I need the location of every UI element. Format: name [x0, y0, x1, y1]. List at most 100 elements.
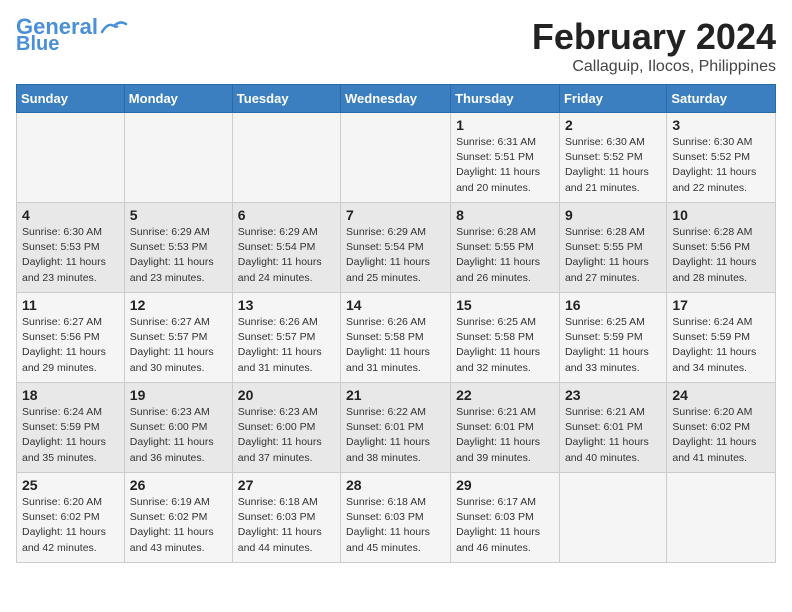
calendar-cell: 4 Sunrise: 6:30 AMSunset: 5:53 PMDaylight…	[17, 203, 125, 293]
calendar-cell: 8Sunrise: 6:28 AMSunset: 5:55 PMDaylight…	[451, 203, 560, 293]
day-number: 13	[238, 297, 335, 313]
calendar-cell: 7 Sunrise: 6:29 AMSunset: 5:54 PMDaylight…	[341, 203, 451, 293]
page-header: General Blue February 2024 Callaguip, Il…	[16, 16, 776, 76]
calendar-cell	[341, 113, 451, 203]
day-info: Sunrise: 6:28 AMSunset: 5:56 PMDaylight:…	[672, 225, 770, 286]
day-info: Sunrise: 6:26 AMSunset: 5:57 PMDaylight:…	[238, 315, 335, 376]
day-info: Sunrise: 6:30 AMSunset: 5:52 PMDaylight:…	[672, 135, 770, 196]
calendar-cell	[559, 473, 666, 563]
logo: General Blue	[16, 16, 128, 54]
day-info: Sunrise: 6:21 AMSunset: 6:01 PMDaylight:…	[456, 405, 554, 466]
day-number: 4	[22, 207, 119, 223]
day-info: Sunrise: 6:23 AMSunset: 6:00 PMDaylight:…	[238, 405, 335, 466]
location-subtitle: Callaguip, Ilocos, Philippines	[532, 58, 776, 76]
day-info: Sunrise: 6:25 AMSunset: 5:58 PMDaylight:…	[456, 315, 554, 376]
calendar-cell: 26Sunrise: 6:19 AMSunset: 6:02 PMDayligh…	[124, 473, 232, 563]
day-number: 21	[346, 387, 445, 403]
day-number: 1	[456, 117, 554, 133]
day-info: Sunrise: 6:30 AMSunset: 5:53 PMDaylight:…	[22, 225, 119, 286]
day-number: 27	[238, 477, 335, 493]
day-number: 19	[130, 387, 227, 403]
day-number: 8	[456, 207, 554, 223]
calendar-cell	[124, 113, 232, 203]
day-number: 23	[565, 387, 661, 403]
day-info: Sunrise: 6:23 AMSunset: 6:00 PMDaylight:…	[130, 405, 227, 466]
day-number: 18	[22, 387, 119, 403]
day-info: Sunrise: 6:24 AMSunset: 5:59 PMDaylight:…	[22, 405, 119, 466]
calendar-cell: 21 Sunrise: 6:22 AMSunset: 6:01 PMDayligh…	[341, 383, 451, 473]
day-info: Sunrise: 6:27 AMSunset: 5:56 PMDaylight:…	[22, 315, 119, 376]
calendar-cell: 16 Sunrise: 6:25 AMSunset: 5:59 PMDayligh…	[559, 293, 666, 383]
day-number: 28	[346, 477, 445, 493]
day-info: Sunrise: 6:28 AMSunset: 5:55 PMDaylight:…	[565, 225, 661, 286]
day-info: Sunrise: 6:25 AMSunset: 5:59 PMDaylight:…	[565, 315, 661, 376]
calendar-cell: 25 Sunrise: 6:20 AMSunset: 6:02 PMDayligh…	[17, 473, 125, 563]
day-info: Sunrise: 6:24 AMSunset: 5:59 PMDaylight:…	[672, 315, 770, 376]
calendar-cell: 22 Sunrise: 6:21 AMSunset: 6:01 PMDayligh…	[451, 383, 560, 473]
calendar-header: SundayMondayTuesdayWednesdayThursdayFrid…	[17, 85, 776, 113]
logo-bird-icon	[100, 18, 128, 36]
day-info: Sunrise: 6:29 AMSunset: 5:54 PMDaylight:…	[238, 225, 335, 286]
day-info: Sunrise: 6:20 AMSunset: 6:02 PMDaylight:…	[22, 495, 119, 556]
calendar-week-5: 25 Sunrise: 6:20 AMSunset: 6:02 PMDayligh…	[17, 473, 776, 563]
header-cell-friday: Friday	[559, 85, 666, 113]
day-number: 5	[130, 207, 227, 223]
day-info: Sunrise: 6:20 AMSunset: 6:02 PMDaylight:…	[672, 405, 770, 466]
calendar-table: SundayMondayTuesdayWednesdayThursdayFrid…	[16, 84, 776, 563]
day-info: Sunrise: 6:27 AMSunset: 5:57 PMDaylight:…	[130, 315, 227, 376]
day-number: 20	[238, 387, 335, 403]
day-number: 7	[346, 207, 445, 223]
calendar-cell: 29Sunrise: 6:17 AMSunset: 6:03 PMDayligh…	[451, 473, 560, 563]
calendar-cell: 3Sunrise: 6:30 AMSunset: 5:52 PMDaylight…	[667, 113, 776, 203]
day-number: 6	[238, 207, 335, 223]
day-info: Sunrise: 6:17 AMSunset: 6:03 PMDaylight:…	[456, 495, 554, 556]
calendar-cell: 13 Sunrise: 6:26 AMSunset: 5:57 PMDayligh…	[232, 293, 340, 383]
calendar-cell: 2 Sunrise: 6:30 AMSunset: 5:52 PMDaylight…	[559, 113, 666, 203]
day-number: 15	[456, 297, 554, 313]
header-cell-thursday: Thursday	[451, 85, 560, 113]
month-year-title: February 2024	[532, 16, 776, 58]
day-number: 25	[22, 477, 119, 493]
calendar-cell: 10Sunrise: 6:28 AMSunset: 5:56 PMDayligh…	[667, 203, 776, 293]
calendar-cell	[232, 113, 340, 203]
calendar-cell: 27 Sunrise: 6:18 AMSunset: 6:03 PMDayligh…	[232, 473, 340, 563]
day-number: 9	[565, 207, 661, 223]
day-info: Sunrise: 6:21 AMSunset: 6:01 PMDaylight:…	[565, 405, 661, 466]
calendar-cell	[667, 473, 776, 563]
day-info: Sunrise: 6:31 AMSunset: 5:51 PMDaylight:…	[456, 135, 554, 196]
day-info: Sunrise: 6:30 AMSunset: 5:52 PMDaylight:…	[565, 135, 661, 196]
logo-blue: Blue	[16, 34, 59, 54]
day-number: 2	[565, 117, 661, 133]
header-row: SundayMondayTuesdayWednesdayThursdayFrid…	[17, 85, 776, 113]
day-number: 14	[346, 297, 445, 313]
calendar-cell: 17 Sunrise: 6:24 AMSunset: 5:59 PMDayligh…	[667, 293, 776, 383]
day-number: 16	[565, 297, 661, 313]
calendar-cell: 5Sunrise: 6:29 AMSunset: 5:53 PMDaylight…	[124, 203, 232, 293]
day-number: 17	[672, 297, 770, 313]
calendar-week-4: 18 Sunrise: 6:24 AMSunset: 5:59 PMDayligh…	[17, 383, 776, 473]
day-info: Sunrise: 6:22 AMSunset: 6:01 PMDaylight:…	[346, 405, 445, 466]
calendar-week-2: 4 Sunrise: 6:30 AMSunset: 5:53 PMDaylight…	[17, 203, 776, 293]
calendar-cell: 23 Sunrise: 6:21 AMSunset: 6:01 PMDayligh…	[559, 383, 666, 473]
day-number: 11	[22, 297, 119, 313]
header-cell-wednesday: Wednesday	[341, 85, 451, 113]
header-cell-tuesday: Tuesday	[232, 85, 340, 113]
calendar-cell: 12 Sunrise: 6:27 AMSunset: 5:57 PMDayligh…	[124, 293, 232, 383]
calendar-week-1: 1 Sunrise: 6:31 AMSunset: 5:51 PMDaylight…	[17, 113, 776, 203]
day-info: Sunrise: 6:29 AMSunset: 5:54 PMDaylight:…	[346, 225, 445, 286]
calendar-body: 1 Sunrise: 6:31 AMSunset: 5:51 PMDaylight…	[17, 113, 776, 563]
header-cell-sunday: Sunday	[17, 85, 125, 113]
day-info: Sunrise: 6:18 AMSunset: 6:03 PMDaylight:…	[238, 495, 335, 556]
calendar-cell: 9 Sunrise: 6:28 AMSunset: 5:55 PMDaylight…	[559, 203, 666, 293]
calendar-cell: 1 Sunrise: 6:31 AMSunset: 5:51 PMDaylight…	[451, 113, 560, 203]
day-info: Sunrise: 6:18 AMSunset: 6:03 PMDaylight:…	[346, 495, 445, 556]
calendar-cell: 15 Sunrise: 6:25 AMSunset: 5:58 PMDayligh…	[451, 293, 560, 383]
calendar-cell: 24Sunrise: 6:20 AMSunset: 6:02 PMDayligh…	[667, 383, 776, 473]
calendar-cell: 11 Sunrise: 6:27 AMSunset: 5:56 PMDayligh…	[17, 293, 125, 383]
day-number: 22	[456, 387, 554, 403]
calendar-cell	[17, 113, 125, 203]
day-info: Sunrise: 6:26 AMSunset: 5:58 PMDaylight:…	[346, 315, 445, 376]
calendar-cell: 19 Sunrise: 6:23 AMSunset: 6:00 PMDayligh…	[124, 383, 232, 473]
day-number: 12	[130, 297, 227, 313]
title-block: February 2024 Callaguip, Ilocos, Philipp…	[532, 16, 776, 76]
